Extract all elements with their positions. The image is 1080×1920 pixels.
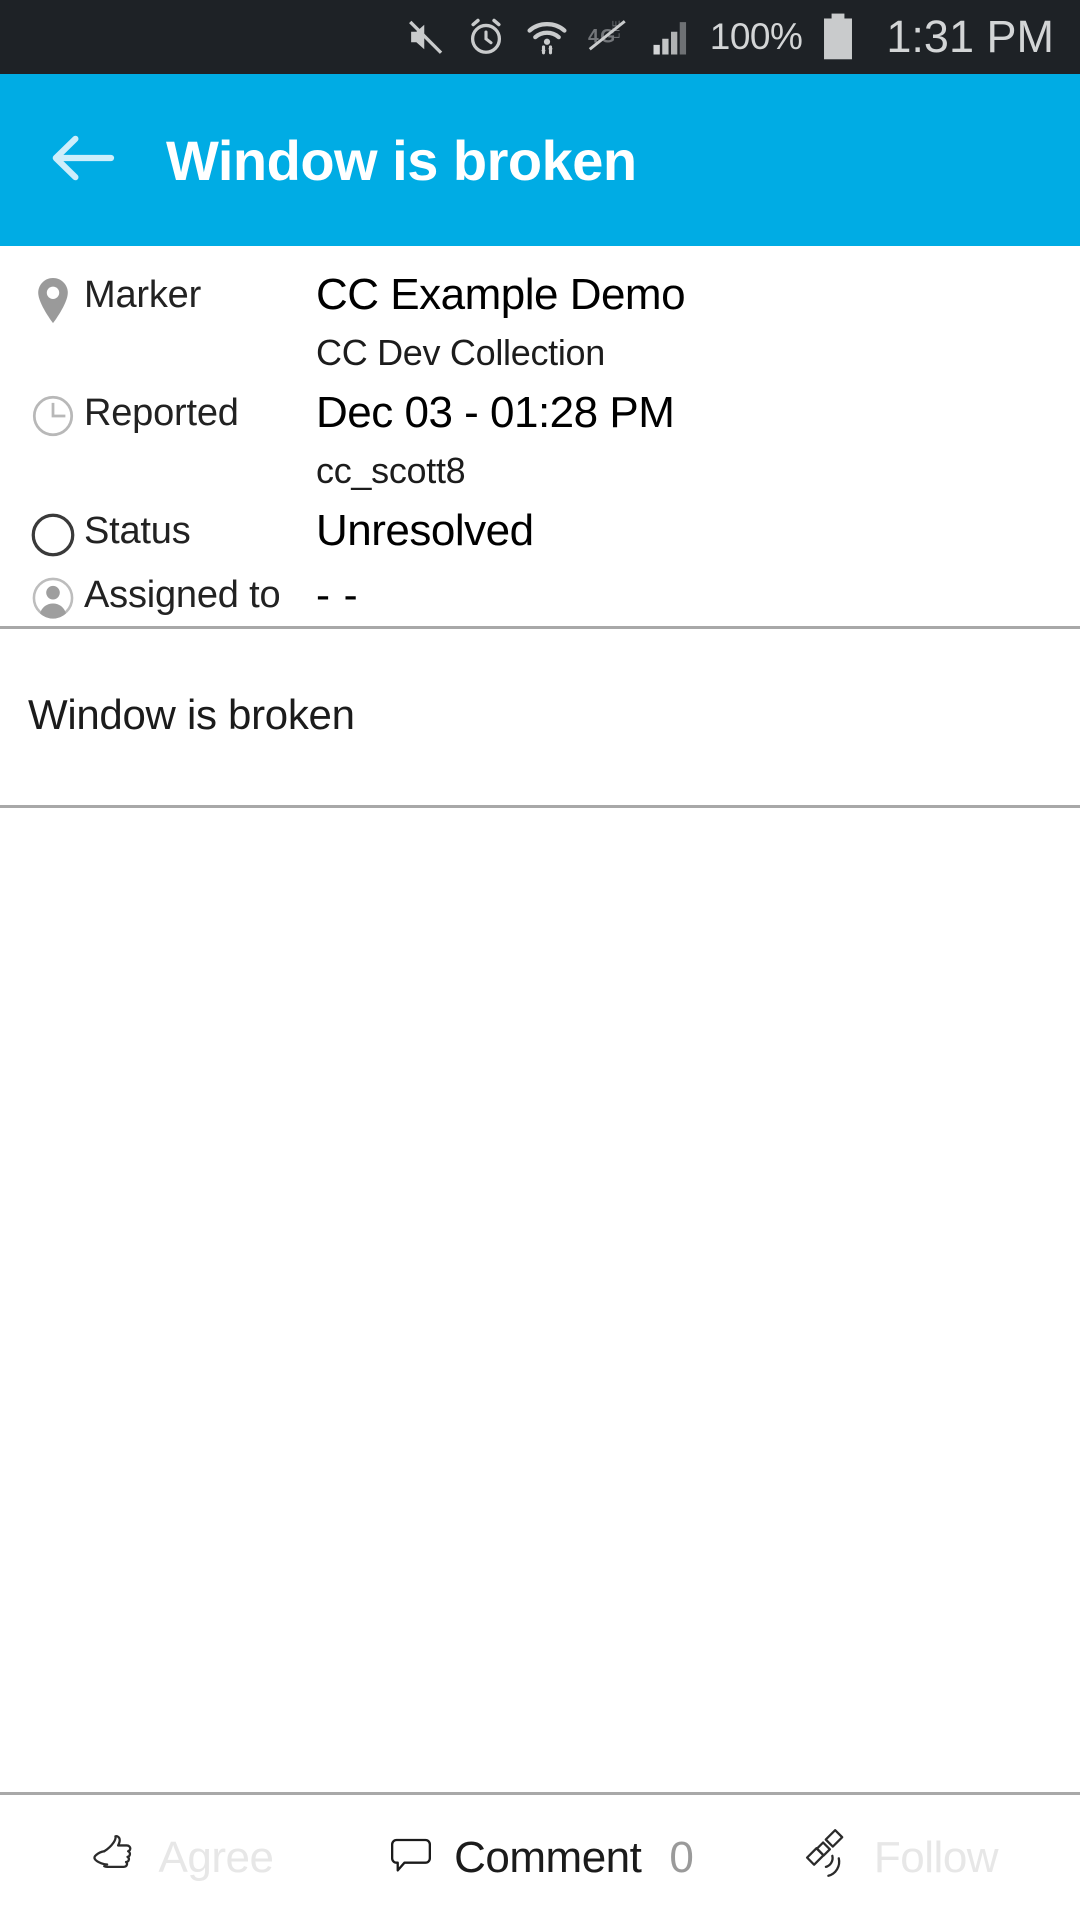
back-arrow-icon bbox=[51, 132, 115, 189]
status-bar: 4 G LTE 100% 1:31 PM bbox=[0, 0, 1080, 74]
comment-label: Comment bbox=[454, 1832, 642, 1882]
app-bar: Window is broken bbox=[0, 74, 1080, 246]
satellite-broadcast-icon bbox=[802, 1828, 856, 1887]
detail-label-reported: Reported bbox=[84, 392, 239, 434]
page-title: Window is broken bbox=[166, 128, 637, 192]
reported-datetime: Dec 03 - 01:28 PM bbox=[316, 388, 675, 437]
status-bar-clock: 1:31 PM bbox=[886, 11, 1054, 62]
person-avatar-icon bbox=[22, 562, 84, 620]
mute-icon bbox=[405, 16, 447, 58]
follow-button[interactable]: Follow bbox=[720, 1795, 1080, 1920]
agree-button[interactable]: Agree bbox=[0, 1795, 360, 1920]
battery-percent-label: 100% bbox=[709, 16, 803, 57]
action-bar: Agree Comment 0 Follow bbox=[0, 1795, 1080, 1920]
detail-values-status: Unresolved bbox=[316, 498, 1080, 562]
detail-row-status[interactable]: Status Unresolved bbox=[0, 498, 1080, 562]
comment-bubble-icon bbox=[386, 1830, 436, 1885]
agree-label: Agree bbox=[158, 1832, 274, 1882]
detail-list: Marker CC Example Demo CC Dev Collection… bbox=[0, 246, 1080, 626]
battery-full-icon bbox=[821, 12, 855, 62]
detail-values-marker: CC Example Demo CC Dev Collection bbox=[316, 262, 1080, 380]
detail-label-marker: Marker bbox=[84, 274, 202, 316]
thumbs-up-icon bbox=[87, 1828, 141, 1887]
comment-button[interactable]: Comment 0 bbox=[360, 1795, 720, 1920]
detail-row-reported[interactable]: Reported Dec 03 - 01:28 PM cc_scott8 bbox=[0, 380, 1080, 498]
reported-by-username: cc_scott8 bbox=[316, 450, 466, 491]
detail-label-status: Status bbox=[84, 510, 191, 552]
marker-name: CC Example Demo bbox=[316, 270, 686, 319]
detail-values-assigned-to: - - bbox=[316, 562, 1080, 626]
signal-icon bbox=[649, 16, 693, 58]
mobile-data-off-icon: 4 G LTE bbox=[586, 16, 632, 58]
status-circle-icon bbox=[22, 498, 84, 558]
detail-row-assigned-to[interactable]: Assigned to - - bbox=[0, 562, 1080, 626]
detail-row-marker[interactable]: Marker CC Example Demo CC Dev Collection bbox=[0, 262, 1080, 380]
detail-label-assigned-to: Assigned to bbox=[84, 574, 281, 616]
clock-icon bbox=[22, 380, 84, 438]
back-button[interactable] bbox=[50, 127, 116, 193]
detail-values-reported: Dec 03 - 01:28 PM cc_scott8 bbox=[316, 380, 1080, 498]
comment-count: 0 bbox=[669, 1832, 694, 1882]
alarm-icon bbox=[464, 15, 508, 59]
app-screen: 4 G LTE 100% 1:31 PM bbox=[0, 0, 1080, 1920]
marker-collection: CC Dev Collection bbox=[316, 332, 605, 373]
issue-description: Window is broken bbox=[28, 691, 355, 738]
status-value: Unresolved bbox=[316, 506, 534, 555]
assigned-to-value: - - bbox=[316, 571, 359, 618]
wifi-icon bbox=[525, 15, 569, 59]
content-empty-area bbox=[0, 808, 1080, 1792]
map-pin-icon bbox=[22, 262, 84, 328]
follow-label: Follow bbox=[873, 1832, 999, 1882]
